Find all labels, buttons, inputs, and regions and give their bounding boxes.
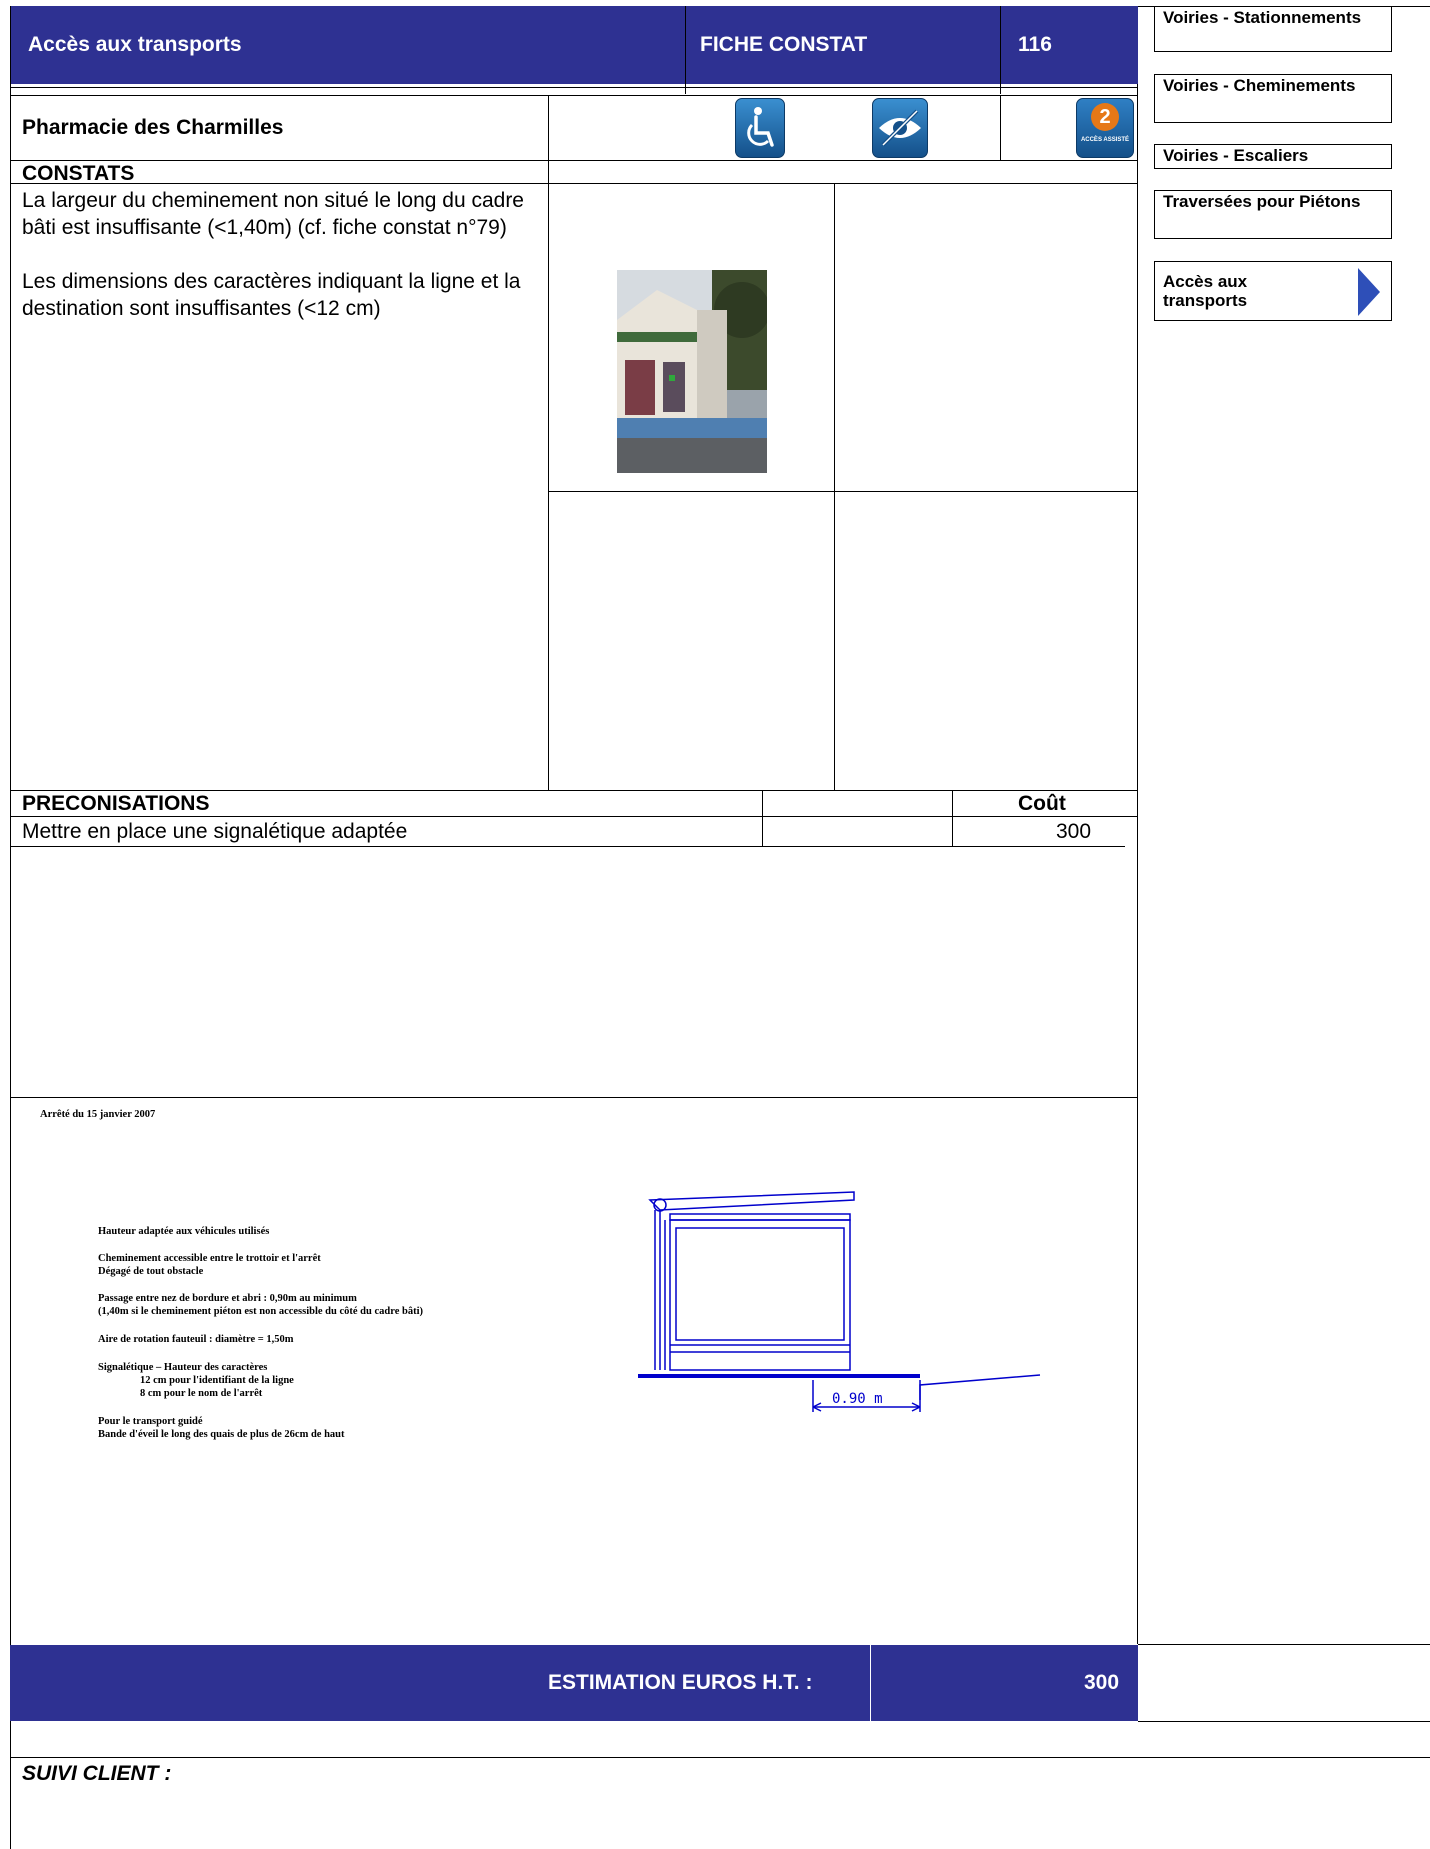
reference-line-4: Passage entre nez de bordure et abri : 0… [98,1293,357,1304]
row-line [10,160,1138,161]
acces-assiste-caption: ACCÈS ASSISTÉ [1080,137,1130,143]
reference-line-5: (1,40m si le cheminement piéton est non … [98,1306,423,1317]
reference-line-8: 12 cm pour l'identifiant de la ligne [140,1375,294,1386]
col-line [1000,95,1001,160]
header-divider [685,6,686,94]
acces-assiste-number: 2 [1091,103,1119,131]
wheelchair-icon [735,98,785,158]
reference-line-7: Signalétique – Hauteur des caractères [98,1362,268,1373]
active-arrow-icon [1358,268,1380,316]
visual-impairment-icon [872,98,928,158]
reference-line-10: Pour le transport guidé [98,1416,203,1427]
preconisation-item-label: Mettre en place une signalétique adaptée [22,820,408,843]
constats-text-2: Les dimensions des caractères indiquant … [22,270,521,320]
row-line [1138,1644,1430,1645]
nav-traversees-pietons[interactable]: Traversées pour Piétons [1154,190,1392,239]
nav-label: Voiries - Stationnements [1163,8,1362,27]
col-line [952,790,953,846]
col-line [548,95,549,790]
nav-label: Traversées pour Piétons [1163,192,1361,211]
nav-voiries-stationnements[interactable]: Voiries - Stationnements [1154,6,1392,52]
row-line [10,95,1138,96]
nav-acces-transports[interactable]: Accès aux transports [1154,261,1392,321]
nav-label: Voiries - Escaliers [1163,146,1309,165]
preconisations-heading: PRECONISATIONS [22,792,210,815]
reference-line-1: Hauteur adaptée aux véhicules utilisés [98,1226,270,1237]
site-name: Pharmacie des Charmilles [22,116,284,139]
constats-text-1: La largeur du cheminement non situé le l… [22,189,524,239]
row-line [1138,1721,1430,1722]
site-photo [617,270,767,473]
reference-line-2: Cheminement accessible entre le trottoir… [98,1253,321,1264]
nav-label: Voiries - Cheminements [1163,76,1356,95]
estimation-label: ESTIMATION EUROS H.T. : [548,1671,813,1694]
nav-voiries-cheminements[interactable]: Voiries - Cheminements [1154,74,1392,123]
reference-line-11: Bande d'éveil le long des quais de plus … [98,1429,345,1440]
estimation-value: 300 [1084,1671,1120,1694]
header-category: Accès aux transports [28,33,242,56]
frame-right [1137,84,1138,1644]
nav-voiries-escaliers[interactable]: Voiries - Escaliers [1154,144,1392,169]
frame-left [10,6,11,1849]
row-line [10,846,1125,847]
bus-shelter-diagram [638,1191,1041,1412]
reference-title: Arrêté du 15 janvier 2007 [40,1109,156,1120]
col-line [834,183,835,790]
row-line [548,491,1138,492]
dimension-label: 0.90 m [832,1391,883,1407]
preconisation-item-cost: 300 [1056,820,1092,843]
header-fiche-label: FICHE CONSTAT [700,33,868,56]
row-line [10,183,1138,184]
row-line [10,790,1138,791]
header-divider [1000,6,1001,94]
reference-line-3: Dégagé de tout obstacle [98,1266,204,1277]
estimation-divider [870,1645,871,1721]
cost-header: Coût [1018,792,1066,815]
row-line [10,1757,1430,1758]
row-line [10,816,1138,817]
reference-line-6: Aire de rotation fauteuil : diamètre = 1… [98,1334,294,1345]
col-line [762,790,763,846]
nav-label: Accès aux transports [1163,272,1248,310]
suivi-label: SUIVI CLIENT : [22,1762,172,1785]
acces-assiste-icon: 2 ACCÈS ASSISTÉ [1076,98,1134,158]
row-line [10,1097,1138,1098]
header-divider [10,87,1138,88]
header-fiche-number: 116 [1018,33,1052,56]
reference-line-9: 8 cm pour le nom de l'arrêt [140,1388,263,1399]
